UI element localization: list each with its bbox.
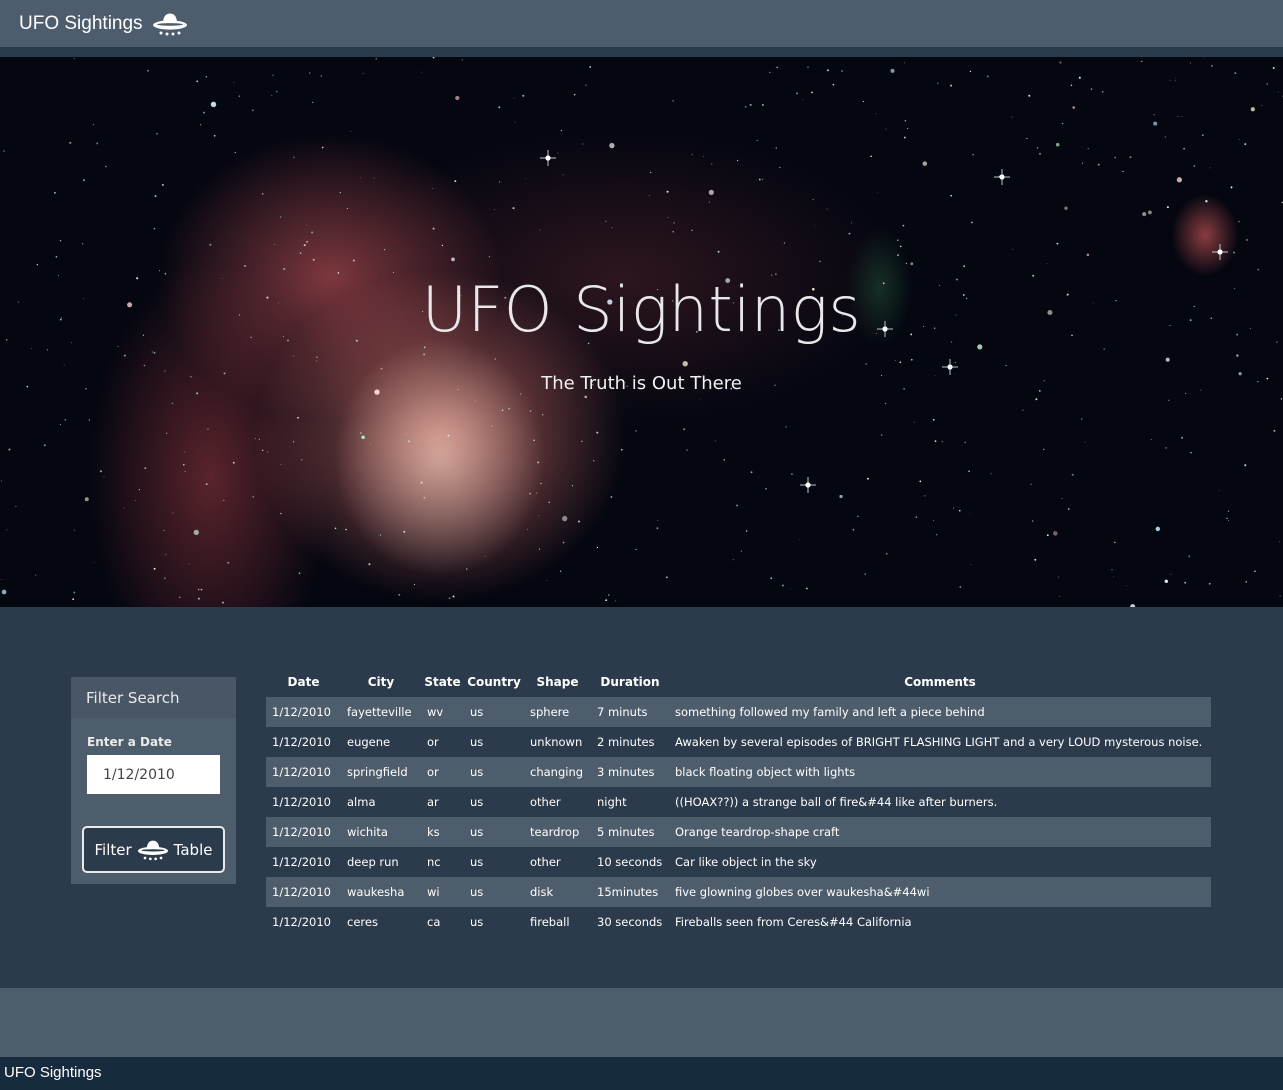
cell-shape: changing [530,765,584,779]
table-row: 1/12/2010 waukesha wi us disk 15minutes five g… [266,877,1211,907]
cell-duration: 15minutes [597,885,659,899]
table-row: 1/12/2010 wichita ks us teardrop 5 minutes Ora… [266,817,1211,847]
cell-date: 1/12/2010 [272,795,331,809]
hero-subtitle: The Truth is Out There [541,373,742,394]
footer: UFO Sightings [0,1057,1283,1090]
hero-title: UFO Sightings [421,273,862,346]
cell-city: eugene [347,735,391,749]
cell-city: deep run [347,855,399,869]
cell-comments: something followed my family and left a … [675,705,985,719]
navbar: UFO Sightings [0,0,1283,47]
cell-country: us [470,885,484,899]
cell-comments: Orange teardrop-shape craft [675,825,840,839]
cell-shape: other [530,855,561,869]
cell-country: us [470,795,484,809]
filter-button-label: Filter [94,840,132,859]
cell-duration: night [597,795,627,809]
column-header-shape: Shape [536,675,579,689]
column-header-duration: Duration [600,675,660,689]
cell-state: ks [427,825,440,839]
cell-city: wichita [347,825,388,839]
cell-state: nc [427,855,441,869]
cell-shape: other [530,795,561,809]
cell-date: 1/12/2010 [272,915,331,929]
table-row: 1/12/2010 fayetteville wv us sphere 7 minuts s… [266,697,1211,727]
cell-state: wv [427,705,444,719]
cell-city: fayetteville [347,705,412,719]
cell-duration: 5 minutes [597,825,655,839]
cell-city: springfield [347,765,408,779]
cell-duration: 2 minutes [597,735,655,749]
filter-heading: Filter Search [71,677,236,718]
table-row: 1/12/2010 ceres ca us fireball 30 seconds Fire… [266,907,1211,937]
cell-date: 1/12/2010 [272,735,331,749]
cell-duration: 7 minuts [597,705,648,719]
cell-state: or [427,735,439,749]
column-header-comments: Comments [904,675,976,689]
cell-country: us [470,825,484,839]
cell-state: or [427,765,439,779]
table-header-row: Date City State Country Shape Duration Comment… [266,667,1211,697]
ufo-icon [152,12,188,36]
cell-date: 1/12/2010 [272,855,331,869]
cell-shape: fireball [530,915,570,929]
cell-comments: Fireballs seen from Ceres&#44 California [675,915,912,929]
cell-duration: 10 seconds [597,855,663,869]
date-input[interactable] [87,755,220,794]
cell-country: us [470,855,484,869]
cell-shape: teardrop [530,825,580,839]
cell-date: 1/12/2010 [272,885,331,899]
cell-city: waukesha [347,885,405,899]
footer-band [0,988,1283,1057]
column-header-city: City [367,675,395,689]
cell-city: alma [347,795,376,809]
ufo-table: Date City State Country Shape Duration Comment… [266,667,1211,937]
hero-text: UFO Sightings The Truth is Out There [0,57,1283,607]
navbar-brand-text: UFO Sightings [19,12,143,34]
hero-banner: UFO Sightings The Truth is Out There [0,57,1283,607]
ufo-table-container: Date City State Country Shape Duration Comment… [266,667,1211,937]
cell-state: wi [427,885,440,899]
cell-shape: sphere [530,705,570,719]
cell-state: ar [427,795,439,809]
cell-country: us [470,915,484,929]
cell-city: ceres [347,915,378,929]
cell-comments: five glowning globes over waukesha&#44wi [675,885,930,899]
cell-shape: disk [530,885,554,899]
cell-state: ca [427,915,441,929]
column-header-date: Date [287,675,320,689]
cell-comments: black floating object with lights [675,765,856,779]
cell-date: 1/12/2010 [272,765,331,779]
table-row: 1/12/2010 eugene or us unknown 2 minutes Awake… [266,727,1211,757]
filter-panel: Filter Search Enter a Date Filter Table [71,677,236,884]
ufo-icon [137,839,169,861]
filter-button-label-table: Table [173,840,213,859]
cell-country: us [470,735,484,749]
column-header-country: Country [467,675,521,689]
filter-table-button[interactable]: Filter Table [82,826,225,873]
cell-shape: unknown [530,735,583,749]
column-header-state: State [424,675,461,689]
navbar-gap [0,47,1283,57]
cell-country: us [470,705,484,719]
table-row: 1/12/2010 deep run nc us other 10 seconds Car … [266,847,1211,877]
cell-duration: 3 minutes [597,765,655,779]
table-row: 1/12/2010 alma ar us other night ((HOAX??)) a … [266,787,1211,817]
cell-duration: 30 seconds [597,915,663,929]
cell-comments: Awaken by several episodes of BRIGHT FLA… [675,735,1203,749]
cell-comments: ((HOAX??)) a strange ball of fire&#44 li… [675,795,998,809]
cell-date: 1/12/2010 [272,705,331,719]
table-body: 1/12/2010 fayetteville wv us sphere 7 minuts s… [266,697,1211,937]
date-label: Enter a Date [87,735,172,749]
navbar-brand-link[interactable]: UFO Sightings [19,12,188,36]
cell-country: us [470,765,484,779]
table-row: 1/12/2010 springfield or us changing 3 minute… [266,757,1211,787]
cell-comments: Car like object in the sky [675,855,817,869]
cell-date: 1/12/2010 [272,825,331,839]
footer-text: UFO Sightings [4,1064,102,1081]
